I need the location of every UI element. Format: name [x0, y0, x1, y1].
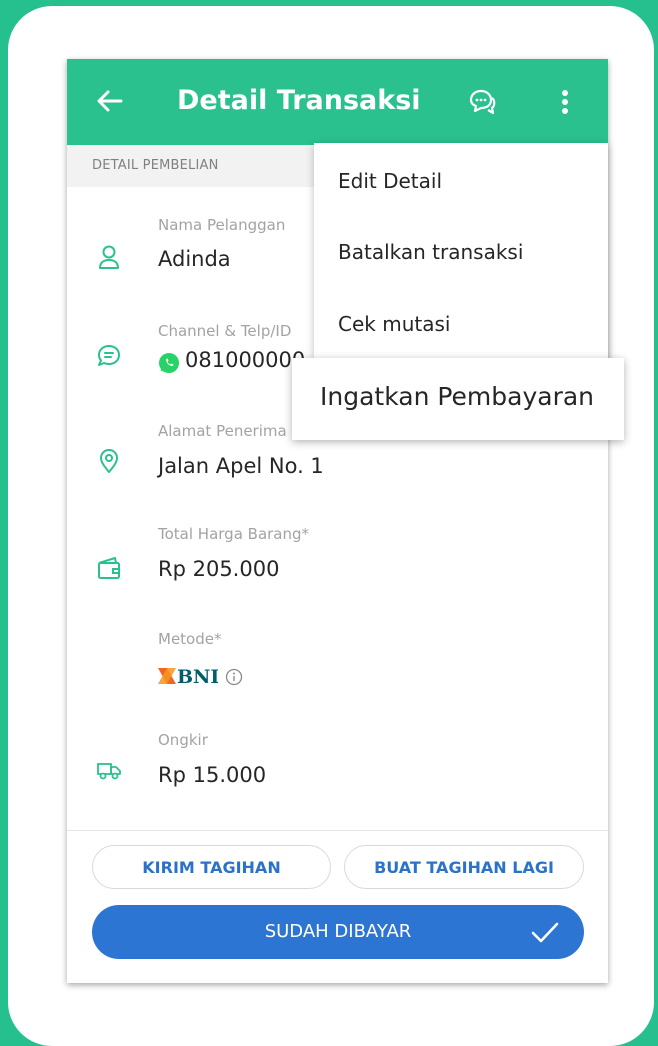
app-bar: Detail Transaksi [67, 59, 608, 145]
address-value: Jalan Apel No. 1 [158, 454, 324, 478]
chat-bubbles-icon[interactable] [465, 85, 499, 119]
field-shipping[interactable]: Ongkir Rp 15.000 [67, 729, 608, 809]
arrow-left-icon[interactable] [93, 83, 127, 119]
location-pin-icon [95, 447, 123, 475]
mark-paid-label: SUDAH DIBAYAR [264, 921, 412, 942]
shipping-label: Ongkir [158, 731, 208, 749]
chat-icon [95, 342, 123, 370]
total-value: Rp 205.000 [158, 557, 280, 581]
mark-paid-button[interactable]: SUDAH DIBAYAR [92, 905, 584, 959]
send-invoice-button[interactable]: KIRIM TAGIHAN [92, 845, 331, 889]
menu-item-payment-reminder[interactable]: Ingatkan Pembayaran [320, 382, 594, 411]
bni-logo-text: BNI [177, 666, 218, 687]
truck-icon [95, 756, 123, 784]
customer-value: Adinda [158, 247, 231, 271]
overflow-menu: Edit Detail Batalkan transaksi Cek mutas… [314, 143, 608, 361]
customer-label: Nama Pelanggan [158, 216, 286, 234]
field-total[interactable]: Total Harga Barang* Rp 205.000 [67, 524, 608, 604]
page-title: Detail Transaksi [177, 85, 421, 116]
bni-logo: BNI [158, 665, 219, 688]
info-icon[interactable] [224, 667, 244, 687]
wallet-icon [95, 554, 123, 582]
shipping-value: Rp 15.000 [158, 763, 267, 787]
field-method[interactable]: Metode* [67, 629, 608, 689]
channel-label: Channel & Telp/ID [158, 322, 292, 340]
whatsapp-icon [158, 352, 180, 374]
menu-item-edit-detail[interactable]: Edit Detail [338, 169, 442, 193]
person-icon [95, 243, 123, 271]
total-label: Total Harga Barang* [158, 525, 310, 543]
create-invoice-again-button[interactable]: BUAT TAGIHAN LAGI [344, 845, 584, 889]
more-vertical-icon[interactable] [551, 85, 579, 119]
check-icon [528, 916, 562, 948]
section-label: DETAIL PEMBELIAN [92, 158, 219, 173]
menu-item-payment-reminder-popup[interactable]: Ingatkan Pembayaran [292, 358, 624, 440]
channel-value: 081000000 [185, 348, 306, 372]
method-label: Metode* [158, 630, 222, 648]
menu-item-check-mutation[interactable]: Cek mutasi [338, 312, 450, 336]
menu-item-cancel-transaction[interactable]: Batalkan transaksi [338, 240, 523, 264]
address-label: Alamat Penerima [158, 422, 287, 440]
